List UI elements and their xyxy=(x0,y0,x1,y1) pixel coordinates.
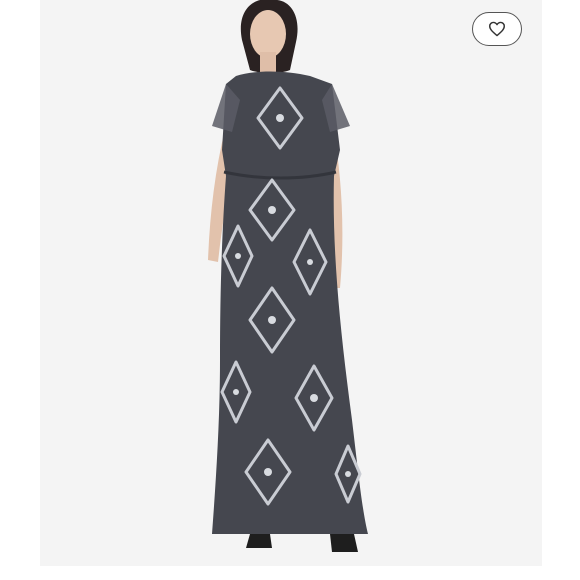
product-photo[interactable] xyxy=(40,0,542,566)
heart-outline-icon xyxy=(488,21,505,37)
like-button[interactable] xyxy=(472,12,522,46)
model-in-beaded-gown-illustration xyxy=(208,0,368,552)
